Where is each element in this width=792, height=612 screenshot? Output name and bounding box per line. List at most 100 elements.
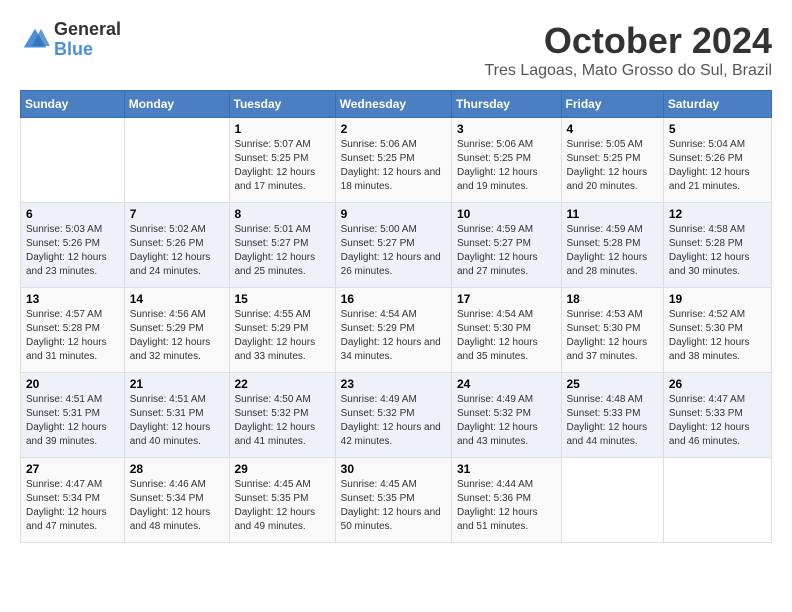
weekday-header-thursday: Thursday [451,91,561,118]
calendar-cell [124,118,229,203]
calendar-cell: 21 Sunrise: 4:51 AMSunset: 5:31 PMDayligh… [124,373,229,458]
calendar-week-row: 27 Sunrise: 4:47 AMSunset: 5:34 PMDayligh… [21,458,772,543]
day-number: 23 [341,377,446,391]
calendar-cell: 8Sunrise: 5:01 AMSunset: 5:27 PMDaylight… [229,203,335,288]
day-number: 5 [669,122,766,136]
calendar-cell [561,458,663,543]
day-number: 29 [235,462,330,476]
calendar-week-row: 1 Sunrise: 5:07 AMSunset: 5:25 PMDaylight… [21,118,772,203]
day-number: 3 [457,122,556,136]
day-info: Sunrise: 4:52 AMSunset: 5:30 PMDaylight:… [669,308,766,364]
calendar-cell: 4 Sunrise: 5:05 AMSunset: 5:25 PMDaylight… [561,118,663,203]
day-number: 15 [235,292,330,306]
calendar-cell: 23 Sunrise: 4:49 AMSunset: 5:32 PMDayligh… [335,373,451,458]
day-info: Sunrise: 4:59 AMSunset: 5:28 PMDaylight:… [567,223,658,279]
weekday-header-monday: Monday [124,91,229,118]
day-info: Sunrise: 5:05 AMSunset: 5:25 PMDaylight:… [567,138,658,194]
day-info: Sunrise: 4:47 AMSunset: 5:34 PMDaylight:… [26,478,119,534]
day-info: Sunrise: 4:54 AMSunset: 5:29 PMDaylight:… [341,308,446,364]
day-number: 6 [26,207,119,221]
day-info: Sunrise: 4:56 AMSunset: 5:29 PMDaylight:… [130,308,224,364]
day-info: Sunrise: 5:06 AMSunset: 5:25 PMDaylight:… [457,138,556,194]
logo: General Blue [20,20,121,60]
day-info: Sunrise: 4:49 AMSunset: 5:32 PMDaylight:… [341,393,446,449]
calendar-cell: 3 Sunrise: 5:06 AMSunset: 5:25 PMDaylight… [451,118,561,203]
weekday-header-row: SundayMondayTuesdayWednesdayThursdayFrid… [21,91,772,118]
day-number: 18 [567,292,658,306]
day-number: 17 [457,292,556,306]
calendar-cell: 27 Sunrise: 4:47 AMSunset: 5:34 PMDayligh… [21,458,125,543]
day-number: 4 [567,122,658,136]
calendar-cell: 29 Sunrise: 4:45 AMSunset: 5:35 PMDayligh… [229,458,335,543]
day-info: Sunrise: 4:50 AMSunset: 5:32 PMDaylight:… [235,393,330,449]
calendar-cell: 2Sunrise: 5:06 AMSunset: 5:25 PMDaylight… [335,118,451,203]
day-info: Sunrise: 5:04 AMSunset: 5:26 PMDaylight:… [669,138,766,194]
calendar-cell: 1 Sunrise: 5:07 AMSunset: 5:25 PMDaylight… [229,118,335,203]
day-number: 22 [235,377,330,391]
day-number: 7 [130,207,224,221]
day-info: Sunrise: 4:58 AMSunset: 5:28 PMDaylight:… [669,223,766,279]
calendar-cell: 19 Sunrise: 4:52 AMSunset: 5:30 PMDayligh… [663,288,771,373]
calendar-cell: 31Sunrise: 4:44 AMSunset: 5:36 PMDayligh… [451,458,561,543]
location-title: Tres Lagoas, Mato Grosso do Sul, Brazil [484,62,772,80]
day-info: Sunrise: 4:47 AMSunset: 5:33 PMDaylight:… [669,393,766,449]
day-number: 26 [669,377,766,391]
day-number: 19 [669,292,766,306]
day-info: Sunrise: 5:02 AMSunset: 5:26 PMDaylight:… [130,223,224,279]
weekday-header-friday: Friday [561,91,663,118]
calendar-week-row: 20 Sunrise: 4:51 AMSunset: 5:31 PMDayligh… [21,373,772,458]
calendar-cell: 26 Sunrise: 4:47 AMSunset: 5:33 PMDayligh… [663,373,771,458]
calendar-table: SundayMondayTuesdayWednesdayThursdayFrid… [20,90,772,543]
calendar-cell: 22 Sunrise: 4:50 AMSunset: 5:32 PMDayligh… [229,373,335,458]
calendar-cell: 14 Sunrise: 4:56 AMSunset: 5:29 PMDayligh… [124,288,229,373]
calendar-cell: 11 Sunrise: 4:59 AMSunset: 5:28 PMDayligh… [561,203,663,288]
calendar-cell: 16 Sunrise: 4:54 AMSunset: 5:29 PMDayligh… [335,288,451,373]
logo-icon [20,25,50,55]
logo-general-text: General [54,20,121,40]
weekday-header-wednesday: Wednesday [335,91,451,118]
day-number: 21 [130,377,224,391]
calendar-cell: 18 Sunrise: 4:53 AMSunset: 5:30 PMDayligh… [561,288,663,373]
logo-blue-text: Blue [54,40,121,60]
title-section: October 2024 Tres Lagoas, Mato Grosso do… [484,20,772,80]
calendar-cell: 5 Sunrise: 5:04 AMSunset: 5:26 PMDaylight… [663,118,771,203]
day-number: 1 [235,122,330,136]
day-number: 12 [669,207,766,221]
day-info: Sunrise: 4:46 AMSunset: 5:34 PMDaylight:… [130,478,224,534]
weekday-header-saturday: Saturday [663,91,771,118]
day-info: Sunrise: 4:53 AMSunset: 5:30 PMDaylight:… [567,308,658,364]
day-number: 24 [457,377,556,391]
calendar-week-row: 13Sunrise: 4:57 AMSunset: 5:28 PMDayligh… [21,288,772,373]
page-header: General Blue October 2024 Tres Lagoas, M… [20,20,772,80]
day-number: 10 [457,207,556,221]
calendar-cell: 13Sunrise: 4:57 AMSunset: 5:28 PMDayligh… [21,288,125,373]
calendar-cell: 10Sunrise: 4:59 AMSunset: 5:27 PMDayligh… [451,203,561,288]
calendar-cell [21,118,125,203]
day-info: Sunrise: 4:57 AMSunset: 5:28 PMDaylight:… [26,308,119,364]
day-info: Sunrise: 4:55 AMSunset: 5:29 PMDaylight:… [235,308,330,364]
month-title: October 2024 [484,20,772,62]
day-number: 25 [567,377,658,391]
day-number: 2 [341,122,446,136]
day-number: 11 [567,207,658,221]
day-info: Sunrise: 4:49 AMSunset: 5:32 PMDaylight:… [457,393,556,449]
calendar-cell [663,458,771,543]
day-number: 16 [341,292,446,306]
day-number: 27 [26,462,119,476]
calendar-cell: 28Sunrise: 4:46 AMSunset: 5:34 PMDayligh… [124,458,229,543]
day-info: Sunrise: 4:44 AMSunset: 5:36 PMDaylight:… [457,478,556,534]
day-number: 14 [130,292,224,306]
day-info: Sunrise: 5:07 AMSunset: 5:25 PMDaylight:… [235,138,330,194]
calendar-cell: 15 Sunrise: 4:55 AMSunset: 5:29 PMDayligh… [229,288,335,373]
logo-text: General Blue [54,20,121,60]
weekday-header-sunday: Sunday [21,91,125,118]
day-number: 20 [26,377,119,391]
day-info: Sunrise: 4:54 AMSunset: 5:30 PMDaylight:… [457,308,556,364]
day-info: Sunrise: 4:51 AMSunset: 5:31 PMDaylight:… [26,393,119,449]
day-info: Sunrise: 4:45 AMSunset: 5:35 PMDaylight:… [235,478,330,534]
day-info: Sunrise: 4:51 AMSunset: 5:31 PMDaylight:… [130,393,224,449]
day-number: 9 [341,207,446,221]
day-number: 30 [341,462,446,476]
calendar-cell: 12 Sunrise: 4:58 AMSunset: 5:28 PMDayligh… [663,203,771,288]
weekday-header-tuesday: Tuesday [229,91,335,118]
